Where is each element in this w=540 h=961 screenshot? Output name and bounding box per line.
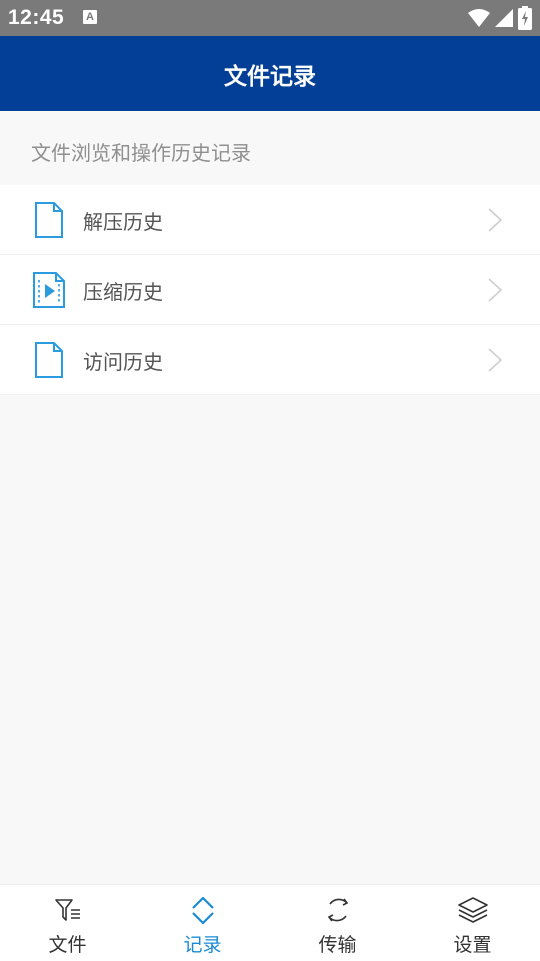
chevron-right-icon [488, 348, 503, 372]
status-time: 12:45 [8, 6, 65, 29]
signal-icon [495, 9, 513, 27]
list-item-compress-history[interactable]: 压缩历史 [0, 255, 540, 325]
sync-icon [327, 898, 348, 922]
list-item-label: 解压历史 [83, 210, 163, 234]
chevron-right-icon [488, 208, 503, 232]
video-file-icon [33, 272, 65, 308]
section-subtitle: 文件浏览和操作历史记录 [31, 141, 251, 165]
nav-label: 传输 [318, 934, 357, 956]
wifi-icon [468, 9, 490, 27]
chevron-up-down-icon [191, 896, 214, 925]
list-item-visit-history[interactable]: 访问历史 [0, 325, 540, 395]
chevron-right-icon [488, 278, 503, 302]
app-bar: 文件记录 [0, 36, 540, 111]
status-bar: 12:45 A [0, 0, 540, 36]
layers-icon [457, 897, 488, 923]
filter-list-icon [54, 899, 80, 921]
nav-label: 文件 [48, 934, 87, 956]
notification-a-icon: A [83, 10, 97, 24]
list-item-label: 访问历史 [83, 350, 163, 374]
nav-item-settings[interactable]: 设置 [405, 885, 540, 961]
page-title: 文件记录 [224, 63, 316, 90]
nav-label: 记录 [183, 934, 222, 956]
nav-label: 设置 [453, 934, 492, 956]
battery-icon [518, 6, 532, 30]
document-icon [35, 202, 63, 238]
document-icon [35, 342, 63, 378]
nav-item-records[interactable]: 记录 [135, 885, 270, 961]
nav-item-files[interactable]: 文件 [0, 885, 135, 961]
list-item-extract-history[interactable]: 解压历史 [0, 185, 540, 255]
nav-item-transfer[interactable]: 传输 [270, 885, 405, 961]
history-list: 解压历史 压缩历史 访问历史 [0, 185, 540, 395]
status-icons [468, 6, 532, 30]
bottom-nav: 文件 记录 传输 设置 [0, 884, 540, 961]
list-item-label: 压缩历史 [83, 280, 163, 304]
